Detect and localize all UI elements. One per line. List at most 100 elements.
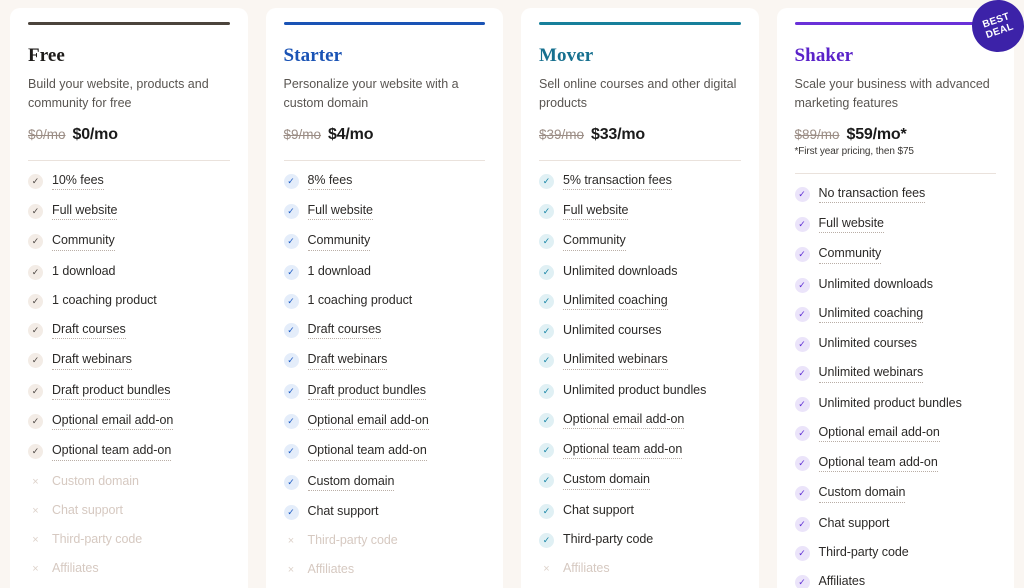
plan-name: Mover [539, 45, 594, 66]
feature-label[interactable]: Full website [563, 203, 628, 221]
feature-label[interactable]: Full website [818, 216, 884, 234]
plan-description: Sell online courses and other digital pr… [539, 76, 737, 111]
check-icon: ✓ [794, 217, 810, 233]
feature-label[interactable]: Draft courses [52, 322, 126, 340]
header-divider [794, 172, 996, 174]
check-icon: ✓ [794, 486, 810, 502]
feature-label[interactable]: Community [563, 233, 626, 251]
feature-item: ✓ Community [539, 233, 741, 251]
feature-item: ✓ 10% fees [28, 173, 230, 191]
check-icon: ✓ [539, 173, 554, 189]
feature-label[interactable]: 5% transaction fees [563, 173, 672, 191]
plan-price-note: *First year pricing, then $75 [794, 145, 914, 157]
feature-label[interactable]: Draft product bundles [307, 383, 426, 400]
feature-label[interactable]: Draft webinars [52, 352, 132, 370]
feature-item: ✓ Unlimited downloads [794, 277, 997, 293]
check-icon: ✓ [539, 353, 554, 369]
feature-label[interactable]: Custom domain [818, 485, 905, 503]
feature-item: × Affiliates [28, 561, 230, 577]
feature-label[interactable]: Optional email add-on [818, 425, 940, 442]
feature-item: ✓ Custom domain [283, 474, 486, 492]
feature-item: × Custom domain [28, 474, 230, 490]
check-icon: ✓ [794, 277, 810, 293]
feature-label[interactable]: 10% fees [52, 173, 104, 191]
feature-item: ✓ Draft product bundles [283, 383, 486, 400]
check-icon: ✓ [28, 234, 43, 250]
feature-label[interactable]: Unlimited coaching [818, 306, 923, 324]
feature-label[interactable]: Full website [52, 203, 117, 221]
feature-list: ✓ No transaction fees ✓ Full website ✓ Commun… [794, 186, 997, 588]
feature-label[interactable]: Full website [307, 203, 373, 221]
feature-label[interactable]: Draft product bundles [52, 383, 171, 400]
plan-price-original: $9/mo [283, 126, 322, 142]
plan-name: Free [28, 45, 65, 66]
feature-label: Unlimited courses [818, 336, 918, 351]
feature-label[interactable]: Custom domain [563, 472, 650, 490]
feature-item: ✓ Draft webinars [28, 352, 230, 370]
feature-label[interactable]: Community [818, 246, 881, 264]
check-icon: ✓ [794, 337, 810, 353]
plan-price-original: $0/mo [28, 126, 66, 142]
feature-item: ✓ Optional team add-on [794, 455, 997, 473]
feature-item: ✓ Unlimited webinars [539, 352, 741, 370]
feature-item: ✓ Unlimited coaching [539, 293, 741, 311]
feature-item: ✓ Community [283, 233, 486, 251]
feature-label[interactable]: Community [307, 233, 370, 251]
feature-label[interactable]: Unlimited webinars [818, 365, 923, 383]
check-icon: ✓ [539, 324, 554, 340]
feature-item: ✓ Third-party code [794, 545, 997, 561]
feature-item: ✓ Draft courses [28, 322, 230, 340]
feature-item: × Third-party code [28, 532, 230, 548]
feature-item: × Third-party code [284, 533, 486, 549]
check-icon: ✓ [539, 442, 554, 458]
feature-label[interactable]: Optional team add-on [818, 455, 938, 473]
feature-item: ✓ Unlimited downloads [539, 264, 741, 280]
feature-label: Third-party code [307, 533, 398, 548]
feature-item: ✓ Optional team add-on [28, 443, 230, 461]
check-icon: ✓ [283, 264, 299, 280]
plan-accent-bar [794, 22, 996, 25]
check-icon: ✓ [794, 306, 810, 322]
check-icon: ✓ [283, 234, 299, 250]
feature-label: Affiliates [52, 560, 99, 575]
feature-label[interactable]: Custom domain [307, 474, 394, 492]
feature-item: ✓ Draft product bundles [28, 383, 230, 400]
feature-item: ✓ Custom domain [539, 472, 741, 490]
check-icon: ✓ [28, 264, 43, 280]
plan-price-current: $33/mo [591, 125, 645, 143]
plan-card-shaker: BEST DEAL Shaker Scale your business with a… [776, 0, 1024, 588]
feature-label: 1 download [307, 263, 372, 278]
check-icon: ✓ [794, 425, 810, 441]
plan-description: Build your website, products and communi… [28, 76, 209, 111]
feature-item: × Chat support [28, 503, 230, 519]
feature-label[interactable]: Unlimited coaching [563, 293, 668, 311]
feature-label[interactable]: Draft courses [307, 322, 381, 340]
feature-label[interactable]: Draft webinars [307, 352, 387, 370]
feature-item: ✓ Unlimited webinars [794, 365, 997, 383]
check-icon: ✓ [794, 574, 810, 588]
check-icon: ✓ [28, 383, 43, 399]
feature-item: ✓ Community [28, 233, 230, 251]
feature-label: Unlimited courses [563, 323, 662, 338]
feature-label[interactable]: Optional team add-on [307, 443, 427, 461]
feature-label[interactable]: Optional team add-on [52, 443, 171, 461]
feature-label: Chat support [818, 515, 890, 530]
feature-item: ✓ Draft courses [283, 322, 486, 340]
feature-label[interactable]: Optional email add-on [307, 413, 429, 431]
feature-label: Custom domain [52, 473, 139, 488]
plan-price-original: $39/mo [539, 126, 585, 142]
feature-label[interactable]: 8% fees [307, 173, 352, 191]
check-icon: ✓ [283, 474, 299, 490]
plan-price-current: $0/mo [72, 125, 118, 143]
feature-item: ✓ Unlimited courses [539, 323, 741, 340]
feature-label[interactable]: Optional email add-on [563, 412, 684, 429]
feature-item: ✓ 1 coaching product [28, 293, 230, 309]
feature-item: ✓ Optional team add-on [283, 443, 486, 461]
feature-label[interactable]: Unlimited webinars [563, 352, 668, 370]
feature-label[interactable]: No transaction fees [818, 186, 925, 204]
feature-label[interactable]: Optional team add-on [563, 442, 682, 460]
feature-label: Affiliates [307, 562, 355, 577]
feature-label[interactable]: Community [52, 233, 115, 251]
feature-label[interactable]: Optional email add-on [52, 413, 173, 431]
cross-icon: × [287, 564, 295, 577]
